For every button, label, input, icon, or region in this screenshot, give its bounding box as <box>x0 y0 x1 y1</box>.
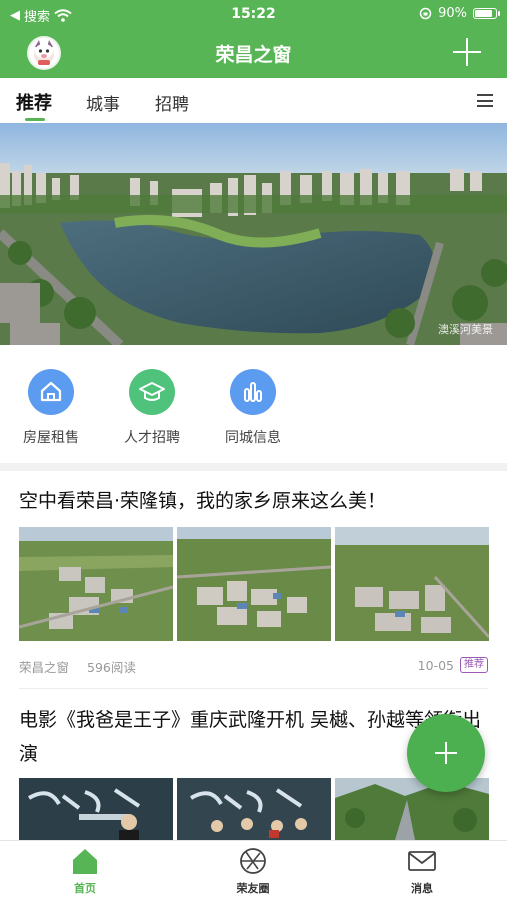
quick-link-housing[interactable]: 房屋租售 <box>11 369 91 447</box>
nav-messages[interactable]: 消息 <box>372 847 472 896</box>
tab-recommend[interactable]: 推荐 <box>16 89 52 115</box>
nav-friends-circle[interactable]: 荣友圈 <box>203 847 303 896</box>
article-meta: 荣昌之窗 596阅读 10-05 推荐 <box>19 657 488 676</box>
banner-image[interactable]: 澳溪河美景 <box>0 123 507 345</box>
recommend-badge: 推荐 <box>460 657 488 673</box>
article-source: 荣昌之窗 <box>19 660 70 675</box>
nav-label: 荣友圈 <box>236 882 270 895</box>
bottom-nav: 首页 荣友圈 消息 <box>0 840 507 900</box>
article-card[interactable]: 空中看荣昌·荣隆镇，我的家乡原来这么美！ 荣昌之窗 596阅读 10-05 推荐 <box>0 471 507 689</box>
battery-percent: 90% <box>438 6 467 21</box>
article-thumbnail[interactable] <box>19 527 173 641</box>
divider <box>19 688 488 689</box>
active-tab-indicator <box>25 118 45 121</box>
nav-home[interactable]: 首页 <box>35 847 135 896</box>
quick-link-label: 同城信息 <box>225 430 281 446</box>
home-icon <box>70 847 100 875</box>
app-header: 荣昌之窗 <box>0 28 507 78</box>
battery-icon <box>473 8 500 19</box>
mail-icon <box>407 847 437 875</box>
quick-link-local-info[interactable]: 同城信息 <box>213 369 293 447</box>
app-title: 荣昌之窗 <box>215 44 292 66</box>
status-bar: ◀ 搜索 15:22 90% <box>0 0 507 28</box>
quick-link-label: 人才招聘 <box>124 430 180 446</box>
article-thumbnail[interactable] <box>177 527 331 641</box>
tab-jobs[interactable]: 招聘 <box>155 90 189 115</box>
quick-link-recruitment[interactable]: 人才招聘 <box>112 369 192 447</box>
quick-links: 房屋租售 人才招聘 同城信息 <box>0 345 507 463</box>
plus-icon[interactable] <box>453 38 481 66</box>
nav-label: 消息 <box>411 882 433 895</box>
bar-chart-icon <box>230 369 276 415</box>
house-icon <box>28 369 74 415</box>
article-thumbnail[interactable] <box>335 527 489 641</box>
aperture-icon <box>238 847 268 875</box>
article-title[interactable]: 空中看荣昌·荣隆镇，我的家乡原来这么美！ <box>19 484 488 518</box>
quick-link-label: 房屋租售 <box>23 430 79 446</box>
article-thumbnails <box>19 527 489 641</box>
article-date: 10-05 <box>417 657 454 673</box>
nav-label: 首页 <box>74 882 96 895</box>
category-tabs: 推荐 城事 招聘 <box>0 78 507 122</box>
tab-city-news[interactable]: 城事 <box>86 90 120 115</box>
menu-icon[interactable] <box>477 94 493 107</box>
orientation-lock-icon <box>419 7 432 20</box>
floating-add-button[interactable] <box>407 714 485 792</box>
banner-credit: 澳溪河美景 <box>438 323 493 336</box>
article-reads: 596阅读 <box>87 660 136 675</box>
section-separator <box>0 463 507 471</box>
graduation-cap-icon <box>129 369 175 415</box>
